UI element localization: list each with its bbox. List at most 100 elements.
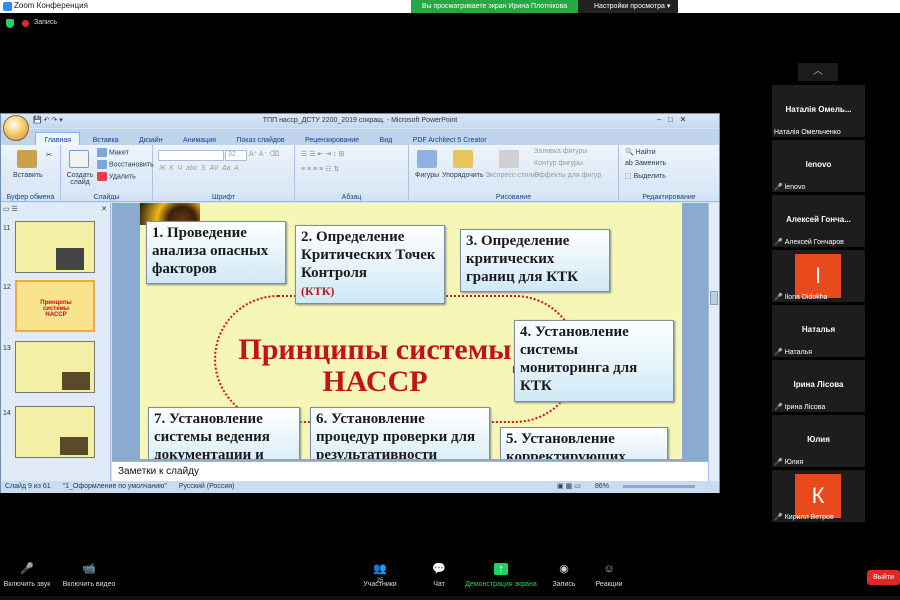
arrange-icon[interactable] bbox=[453, 150, 473, 168]
reset-label: Восстановить bbox=[109, 161, 154, 169]
shapes-button[interactable]: Фигуры bbox=[415, 172, 439, 179]
slide-editing-area: 1. Проведение анализа опасных факторов 2… bbox=[112, 203, 708, 481]
slide-thumbnail-14[interactable] bbox=[15, 406, 95, 458]
layout-icon bbox=[97, 148, 107, 157]
participant-label: 🎤 Алексей Гончаров bbox=[774, 238, 844, 246]
view-settings-label: Настройки просмотра bbox=[594, 3, 665, 10]
record-button[interactable]: ◉ Запись bbox=[549, 563, 579, 588]
window-title: Zoom Конференция bbox=[14, 1, 88, 10]
thumb-number: 13 bbox=[3, 345, 11, 352]
quick-access-toolbar[interactable]: 💾 ↶ ↷ ▾ bbox=[33, 116, 93, 126]
participant-tile[interactable]: Наталія Омель... Наталія Омельченко bbox=[772, 85, 865, 137]
minimize-icon[interactable]: – bbox=[657, 115, 661, 124]
security-shield-icon[interactable] bbox=[6, 19, 14, 28]
participant-label: 🎤 Юлия bbox=[774, 458, 803, 466]
view-buttons[interactable]: ▣ ▦ ▭ bbox=[557, 481, 581, 493]
list-icons[interactable]: ☰ ☰ ⇤ ⇥ ↕ ⊞ bbox=[301, 150, 344, 158]
font-grow-icon[interactable]: A⁺ A⁻ ⌫ bbox=[249, 150, 279, 158]
leave-button[interactable]: Выйти bbox=[867, 570, 900, 585]
new-slide-icon[interactable] bbox=[69, 150, 89, 168]
status-theme: "1_Оформление по умолчанию" bbox=[62, 483, 167, 490]
font-format-icons[interactable]: Ж К Ч abc S AV Aa A bbox=[159, 165, 239, 172]
muted-mic-icon: 🎤 bbox=[774, 239, 783, 246]
reactions-button[interactable]: ☺ Реакции bbox=[591, 563, 627, 588]
participant-tile[interactable]: Наталья 🎤 Наталья bbox=[772, 305, 865, 357]
participant-label: 🎤 Наталья bbox=[774, 348, 812, 356]
new-slide-button[interactable]: Создать слайд bbox=[65, 172, 95, 186]
participant-tile[interactable]: Ірина Лісова 🎤 Ірина Лісова bbox=[772, 360, 865, 412]
ribbon-tabs: Главная Вставка Дизайн Анимация Показ сл… bbox=[1, 129, 719, 148]
replace-button[interactable]: ab Заменить bbox=[625, 160, 666, 167]
thumbnail-pane-tabs[interactable]: ▭ ☰ ✕ bbox=[3, 205, 107, 215]
slide-thumbnail-13[interactable] bbox=[15, 341, 95, 393]
ppt-title: ТПП насср_ДСТУ 2200_2019 сокращ. - Micro… bbox=[1, 114, 719, 128]
principle-box-2[interactable]: 2. Определение Критических Точек Контрол… bbox=[295, 225, 445, 304]
participants-button[interactable]: 👥25 Участники bbox=[360, 563, 400, 588]
delete-slide-button[interactable]: Удалить bbox=[97, 172, 136, 181]
reactions-label: Реакции bbox=[595, 581, 623, 588]
close-icon[interactable]: ✕ bbox=[680, 115, 687, 124]
chat-label: Чат bbox=[433, 581, 445, 588]
delete-label: Удалить bbox=[109, 173, 136, 181]
slide-notes-field[interactable]: Заметки к слайду bbox=[112, 461, 708, 481]
window-controls[interactable]: – □ ✕ bbox=[657, 115, 717, 126]
arrange-button[interactable]: Упорядочить bbox=[442, 172, 484, 179]
paste-button[interactable]: Вставить bbox=[13, 172, 43, 179]
participant-display-name: Ірина Лісова bbox=[793, 380, 844, 389]
reset-button[interactable]: Восстановить bbox=[97, 160, 154, 169]
paste-icon[interactable] bbox=[17, 150, 37, 168]
shape-outline-button[interactable]: Контур фигуры bbox=[534, 160, 583, 167]
group-paragraph: ☰ ☰ ⇤ ⇥ ↕ ⊞ ≡ ≡ ≡ ≡ ☷ ⇅ Абзац bbox=[295, 145, 409, 202]
font-name-field[interactable] bbox=[158, 150, 224, 161]
participant-tile[interactable]: I 🎤 Ilona Didokha bbox=[772, 250, 865, 302]
font-size-field[interactable]: 32 bbox=[225, 150, 247, 161]
close-pane-icon[interactable]: ✕ bbox=[101, 205, 107, 213]
maximize-icon[interactable]: □ bbox=[668, 115, 673, 124]
recording-label: Запись bbox=[34, 19, 57, 26]
cut-icon[interactable]: ✂ bbox=[46, 151, 52, 159]
participant-tile[interactable]: Юлия 🎤 Юлия bbox=[772, 415, 865, 467]
quick-styles-button[interactable]: Экспресс-стили bbox=[485, 172, 536, 179]
chat-button[interactable]: 💬 Чат bbox=[425, 563, 453, 588]
zoom-slider[interactable] bbox=[623, 485, 695, 488]
status-zoom[interactable]: 86% bbox=[595, 481, 609, 493]
principle-box-3[interactable]: 3. Определение критических границ для КТ… bbox=[460, 229, 610, 292]
slide-vertical-scrollbar[interactable] bbox=[708, 203, 719, 481]
group-label: Слайды bbox=[93, 194, 120, 201]
viewing-banner: Вы просматриваете экран Ирина Плотнікова bbox=[411, 0, 578, 13]
participant-tile[interactable]: К 🎤 Кирилл Ветров bbox=[772, 470, 865, 522]
shape-fill-button[interactable]: Заливка фигуры bbox=[534, 148, 587, 155]
start-video-button[interactable]: 📹 Включить видео bbox=[60, 563, 118, 588]
unmute-button[interactable]: 🎤 Включить звук bbox=[2, 563, 52, 588]
gallery-scroll-up-button[interactable]: ︿ bbox=[798, 63, 838, 81]
layout-button[interactable]: Макет bbox=[97, 148, 129, 157]
principle-box-1[interactable]: 1. Проведение анализа опасных факторов bbox=[146, 221, 286, 284]
participant-tile[interactable]: lenovo 🎤 lenovo bbox=[772, 140, 865, 192]
muted-mic-icon: 🎤 bbox=[774, 514, 783, 521]
slide-thumbnail-12[interactable]: Принципы системы НАССР bbox=[15, 280, 95, 332]
participant-name: Ilona Didokha bbox=[784, 294, 828, 301]
quick-styles-icon[interactable] bbox=[499, 150, 519, 168]
slide-main-title[interactable]: Принципы системы НАССР bbox=[210, 334, 540, 398]
principle-box-2-text: 2. Определение Критических Точек Контрол… bbox=[301, 229, 436, 281]
align-icons[interactable]: ≡ ≡ ≡ ≡ ☷ ⇅ bbox=[301, 165, 339, 173]
recording-dot-icon bbox=[22, 20, 29, 27]
group-editing: 🔍 Найти ab Заменить ⬚ Выделить Редактиро… bbox=[619, 145, 719, 202]
scroll-thumb[interactable] bbox=[710, 291, 718, 305]
find-button[interactable]: 🔍 Найти bbox=[625, 148, 656, 156]
view-settings-button[interactable]: Настройки просмотра ▾ bbox=[578, 0, 678, 13]
principle-box-5[interactable]: 5. Установление корректирующих bbox=[500, 427, 668, 459]
principle-box-6[interactable]: 6. Установление процедур проверки для ре… bbox=[310, 407, 490, 459]
participant-label: 🎤 Ірина Лісова bbox=[774, 403, 825, 411]
participant-tile[interactable]: Алексей Гонча... 🎤 Алексей Гончаров bbox=[772, 195, 865, 247]
shapes-icon[interactable] bbox=[417, 150, 437, 168]
principle-box-7[interactable]: 7. Установление системы ведения документ… bbox=[148, 407, 300, 459]
current-slide[interactable]: 1. Проведение анализа опасных факторов 2… bbox=[140, 203, 682, 459]
select-button[interactable]: ⬚ Выделить bbox=[625, 172, 666, 180]
participant-name: Наталія Омельченко bbox=[774, 129, 841, 136]
share-screen-button[interactable]: ↑ Демонстрация экрана bbox=[463, 563, 539, 588]
shape-effects-button[interactable]: Эффекты для фигур bbox=[534, 172, 601, 179]
office-button-icon[interactable] bbox=[3, 115, 29, 141]
slide-thumbnail-11[interactable] bbox=[15, 221, 95, 273]
group-label: Рисование bbox=[495, 194, 532, 201]
